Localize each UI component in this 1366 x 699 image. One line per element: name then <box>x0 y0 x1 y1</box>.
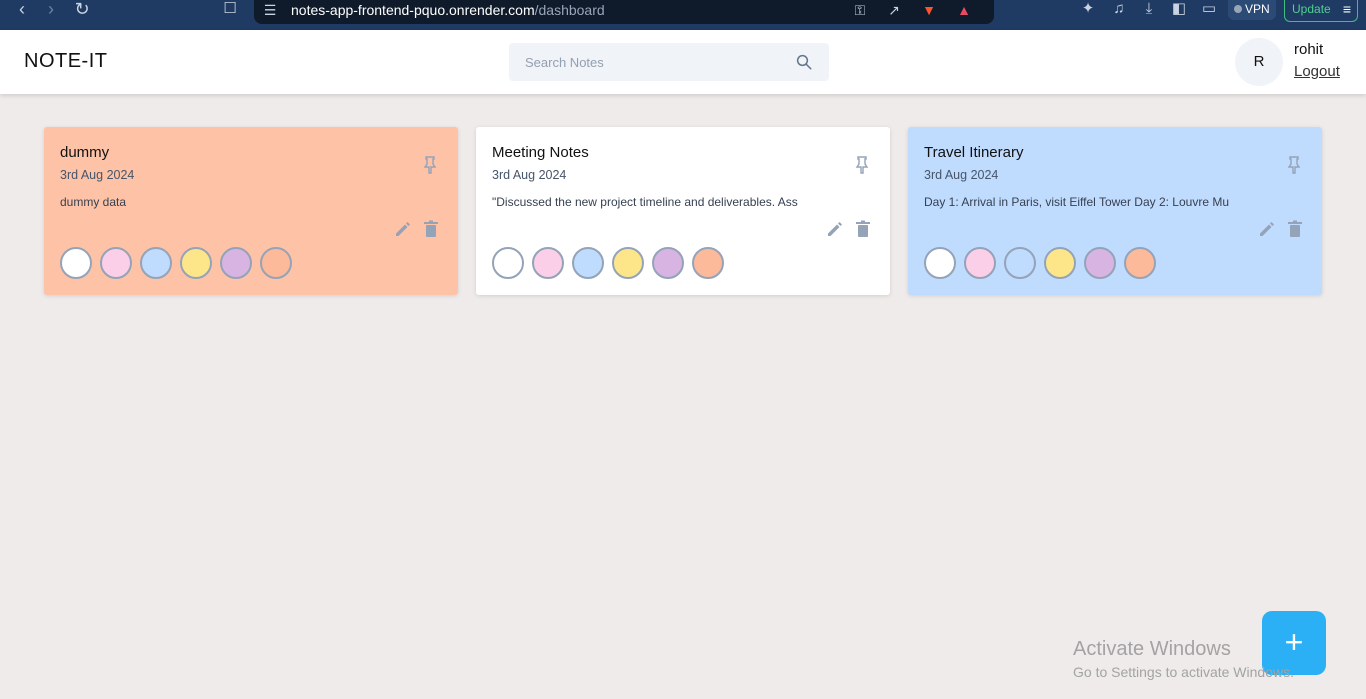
note-date: 3rd Aug 2024 <box>924 168 999 182</box>
vpn-label: VPN <box>1245 2 1270 16</box>
pin-icon[interactable] <box>854 156 870 174</box>
search-icon[interactable] <box>795 53 813 71</box>
note-date: 3rd Aug 2024 <box>492 168 567 182</box>
avatar: R <box>1235 38 1283 86</box>
color-swatch[interactable] <box>1124 247 1156 279</box>
note-title: Travel Itinerary <box>924 144 1024 161</box>
search-bar <box>509 43 829 81</box>
browser-toolbar: ‹ › ↻ ☐ ☰ notes-app-frontend-pquo.onrend… <box>0 0 1366 30</box>
extensions-icon[interactable]: ✦ <box>1078 0 1098 20</box>
windows-activation-watermark: Activate Windows Go to Settings to activ… <box>1073 638 1294 680</box>
color-swatch[interactable] <box>140 247 172 279</box>
note-title: dummy <box>60 144 110 161</box>
note-card[interactable]: Meeting Notes 3rd Aug 2024 "Discussed th… <box>476 127 890 295</box>
color-swatch[interactable] <box>220 247 252 279</box>
forward-icon[interactable]: › <box>40 0 62 20</box>
color-swatch[interactable] <box>924 247 956 279</box>
watermark-title: Activate Windows <box>1073 638 1231 660</box>
edit-icon[interactable] <box>394 220 412 238</box>
media-icon[interactable]: ♫ <box>1109 0 1129 20</box>
url-path: /dashboard <box>534 2 605 18</box>
color-swatch[interactable] <box>692 247 724 279</box>
delete-icon[interactable] <box>423 220 439 238</box>
search-input[interactable] <box>509 43 789 81</box>
color-swatch[interactable] <box>964 247 996 279</box>
color-swatch[interactable] <box>1044 247 1076 279</box>
address-bar[interactable]: ☰ notes-app-frontend-pquo.onrender.com/d… <box>254 0 994 24</box>
color-swatch[interactable] <box>612 247 644 279</box>
note-title: Meeting Notes <box>492 144 589 161</box>
note-content: dummy data <box>60 195 127 209</box>
color-swatch[interactable] <box>100 247 132 279</box>
site-settings-icon[interactable]: ☰ <box>260 2 280 20</box>
username: rohit <box>1294 41 1324 58</box>
app-logo: NOTE-IT <box>24 50 108 72</box>
color-swatch[interactable] <box>492 247 524 279</box>
sidebar-icon[interactable]: ◧ <box>1169 0 1189 20</box>
pin-icon[interactable] <box>1286 156 1302 174</box>
delete-icon[interactable] <box>1287 220 1303 238</box>
brave-shield-icon[interactable]: ▼ <box>919 2 939 20</box>
note-card[interactable]: dummy 3rd Aug 2024 dummy data <box>44 127 458 295</box>
color-swatch[interactable] <box>60 247 92 279</box>
url-text: notes-app-frontend-pquo.onrender.com/das… <box>291 2 605 18</box>
menu-icon[interactable]: ≡ <box>1343 2 1351 16</box>
color-swatch[interactable] <box>1004 247 1036 279</box>
update-button[interactable]: Update ≡ <box>1284 0 1358 22</box>
note-content: "Discussed the new project timeline and … <box>492 195 798 209</box>
wallet-icon[interactable]: ▭ <box>1199 0 1219 20</box>
back-icon[interactable]: ‹ <box>11 0 33 20</box>
note-content: Day 1: Arrival in Paris, visit Eiffel To… <box>924 195 1230 209</box>
logout-link[interactable]: Logout <box>1294 63 1340 80</box>
update-label: Update <box>1292 2 1331 16</box>
color-swatch[interactable] <box>260 247 292 279</box>
downloads-icon[interactable]: ⤓ <box>1139 0 1159 20</box>
app-header: NOTE-IT R rohit Logout <box>0 30 1366 94</box>
note-date: 3rd Aug 2024 <box>60 168 135 182</box>
color-swatch[interactable] <box>180 247 212 279</box>
edit-icon[interactable] <box>1258 220 1276 238</box>
edit-icon[interactable] <box>826 220 844 238</box>
color-swatch[interactable] <box>652 247 684 279</box>
watermark-subtitle: Go to Settings to activate Windows. <box>1073 664 1294 680</box>
pin-icon[interactable] <box>422 156 438 174</box>
color-swatch[interactable] <box>532 247 564 279</box>
vpn-button[interactable]: VPN <box>1228 0 1276 20</box>
url-host: notes-app-frontend-pquo.onrender.com <box>291 2 535 18</box>
reload-icon[interactable]: ↻ <box>71 0 93 20</box>
share-icon[interactable]: ↗ <box>884 2 904 20</box>
color-swatch[interactable] <box>572 247 604 279</box>
color-swatch[interactable] <box>1084 247 1116 279</box>
key-icon[interactable]: ⚿ <box>850 2 870 20</box>
delete-icon[interactable] <box>855 220 871 238</box>
bookmark-icon[interactable]: ☐ <box>219 0 241 20</box>
brave-rewards-icon[interactable]: ▲ <box>954 2 974 20</box>
note-card[interactable]: Travel Itinerary 3rd Aug 2024 Day 1: Arr… <box>908 127 1322 295</box>
